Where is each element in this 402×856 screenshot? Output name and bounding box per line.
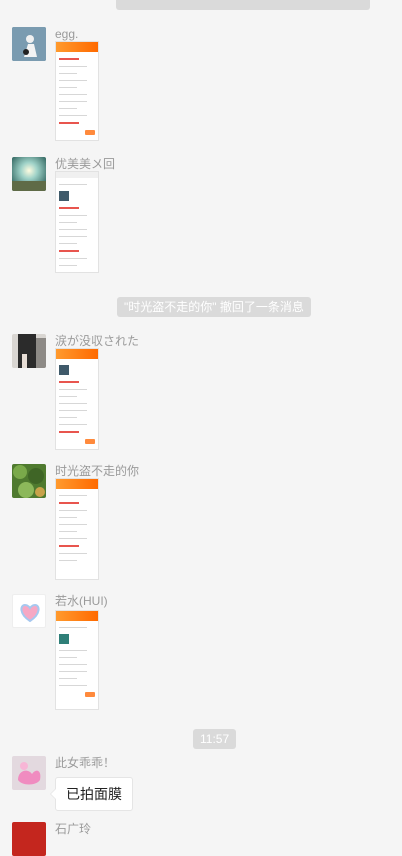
sender-name: 涙が没収された bbox=[55, 334, 140, 348]
chat-message: 时光盗不走的你 bbox=[12, 464, 392, 584]
sunlight-landscape-avatar[interactable] bbox=[12, 157, 46, 191]
chat-message: 石广玲 bbox=[12, 822, 392, 856]
shared-image-thumbnail[interactable] bbox=[55, 41, 99, 141]
sender-name: 优美美〤回 bbox=[55, 157, 116, 171]
chat-message: 涙が没収された bbox=[12, 334, 392, 454]
recall-notice: "时光盗不走的你" 撤回了一条消息 bbox=[117, 297, 311, 317]
system-notice-partial bbox=[116, 0, 370, 10]
sender-name: 若水(HUI) bbox=[55, 594, 108, 608]
shared-image-thumbnail[interactable] bbox=[55, 610, 99, 710]
shared-image-thumbnail[interactable] bbox=[55, 171, 99, 273]
dark-figure-avatar[interactable] bbox=[12, 334, 46, 368]
heart-avatar[interactable] bbox=[12, 594, 46, 628]
sender-name: egg. bbox=[55, 27, 79, 41]
sender-name: 时光盗不走的你 bbox=[55, 464, 140, 478]
green-plants-avatar[interactable] bbox=[12, 464, 46, 498]
paper-figure-avatar[interactable] bbox=[12, 27, 46, 61]
chat-message: 此女乖乖！ 已拍面膜 bbox=[12, 756, 392, 814]
shared-image-thumbnail[interactable] bbox=[55, 478, 99, 580]
chat-message: 若水(HUI) bbox=[12, 594, 392, 716]
message-bubble[interactable]: 已拍面膜 bbox=[50, 777, 133, 811]
chat-message: egg. bbox=[12, 27, 392, 147]
sender-name: 石广玲 bbox=[55, 822, 92, 836]
pink-float-avatar[interactable] bbox=[12, 756, 46, 790]
time-divider: 11:57 bbox=[193, 729, 237, 749]
red-avatar[interactable] bbox=[12, 822, 46, 856]
sender-name: 此女乖乖！ bbox=[55, 756, 116, 770]
shared-image-thumbnail[interactable] bbox=[55, 348, 99, 450]
chat-message: 优美美〤回 bbox=[12, 157, 392, 277]
